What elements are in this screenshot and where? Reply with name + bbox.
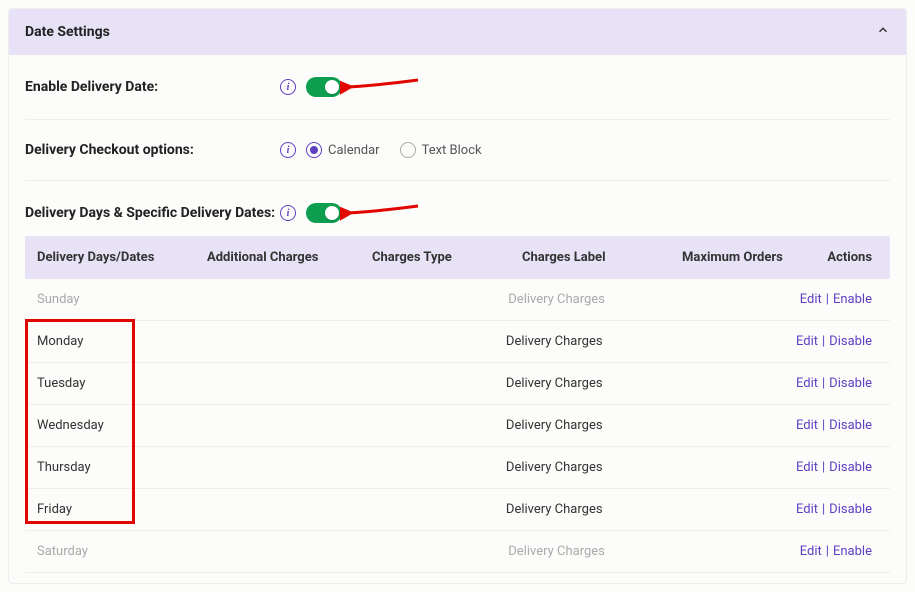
- separator: |: [822, 502, 825, 517]
- th-label: Charges Label: [522, 250, 682, 265]
- panel-body: Enable Delivery Date: i Delivery Checkou…: [9, 55, 906, 583]
- radio-icon: [400, 142, 416, 158]
- cell-actions: Edit | Enable: [800, 544, 878, 559]
- th-type: Charges Type: [372, 250, 522, 265]
- radio-textblock[interactable]: Text Block: [400, 142, 482, 158]
- enable-link[interactable]: Enable: [833, 292, 872, 307]
- table-row: Sunday Delivery Charges Edit | Enable: [25, 279, 890, 321]
- cell-label: Delivery Charges: [508, 544, 663, 559]
- disable-link[interactable]: Disable: [829, 376, 872, 391]
- disable-link[interactable]: Disable: [829, 334, 872, 349]
- cell-day: Tuesday: [37, 376, 201, 391]
- checkout-radio-group: Calendar Text Block: [306, 142, 482, 158]
- enable-link[interactable]: Enable: [833, 544, 872, 559]
- cell-actions: Edit | Enable: [800, 292, 878, 307]
- edit-link[interactable]: Edit: [796, 418, 818, 433]
- cell-actions: Edit | Disable: [796, 334, 878, 349]
- table-body: Sunday Delivery Charges Edit | Enable Monday D…: [25, 279, 890, 573]
- separator: |: [826, 292, 829, 307]
- enable-delivery-controls: i: [280, 77, 342, 97]
- info-icon[interactable]: i: [280, 205, 296, 221]
- radio-calendar[interactable]: Calendar: [306, 142, 380, 158]
- th-days: Delivery Days/Dates: [37, 250, 207, 265]
- cell-label: Delivery Charges: [506, 418, 661, 433]
- cell-actions: Edit | Disable: [796, 460, 878, 475]
- enable-delivery-label: Enable Delivery Date:: [25, 79, 280, 95]
- separator: |: [822, 418, 825, 433]
- cell-day: Saturday: [37, 544, 202, 559]
- table-row: Tuesday Delivery Charges Edit | Disable: [25, 363, 890, 405]
- arrow-annotation-icon: [340, 203, 420, 223]
- disable-link[interactable]: Disable: [829, 502, 872, 517]
- th-max: Maximum Orders: [682, 250, 822, 265]
- edit-link[interactable]: Edit: [796, 334, 818, 349]
- table-row: Thursday Delivery Charges Edit | Disable: [25, 447, 890, 489]
- checkout-options-label: Delivery Checkout options:: [25, 142, 280, 158]
- separator: |: [826, 544, 829, 559]
- edit-link[interactable]: Edit: [796, 502, 818, 517]
- arrow-annotation-icon: [340, 77, 420, 97]
- cell-day: Wednesday: [37, 418, 201, 433]
- checkout-options-controls: i Calendar Text Block: [280, 142, 482, 158]
- table-row: Saturday Delivery Charges Edit | Enable: [25, 531, 890, 573]
- radio-textblock-label: Text Block: [422, 143, 482, 158]
- cell-actions: Edit | Disable: [796, 376, 878, 391]
- delivery-days-label: Delivery Days & Specific Delivery Dates:: [25, 203, 280, 224]
- cell-actions: Edit | Disable: [796, 502, 878, 517]
- th-charges: Additional Charges: [207, 250, 372, 265]
- radio-calendar-label: Calendar: [328, 143, 380, 158]
- edit-link[interactable]: Edit: [800, 292, 822, 307]
- cell-label: Delivery Charges: [506, 460, 661, 475]
- cell-label: Delivery Charges: [506, 502, 661, 517]
- disable-link[interactable]: Disable: [829, 418, 872, 433]
- table-row: Monday Delivery Charges Edit | Disable: [25, 321, 890, 363]
- chevron-up-icon: [876, 23, 890, 41]
- delivery-days-controls: i: [280, 203, 342, 223]
- cell-actions: Edit | Disable: [796, 418, 878, 433]
- info-icon[interactable]: i: [280, 79, 296, 95]
- delivery-days-row: Delivery Days & Specific Delivery Dates:…: [25, 181, 890, 234]
- th-actions: Actions: [822, 250, 878, 265]
- checkout-options-row: Delivery Checkout options: i Calendar Te…: [25, 120, 890, 181]
- table-header: Delivery Days/Dates Additional Charges C…: [25, 236, 890, 279]
- date-settings-panel: Date Settings Enable Delivery Date: i De…: [8, 8, 907, 584]
- panel-title: Date Settings: [25, 24, 110, 40]
- table-row: Wednesday Delivery Charges Edit | Disable: [25, 405, 890, 447]
- disable-link[interactable]: Disable: [829, 460, 872, 475]
- cell-label: Delivery Charges: [508, 292, 663, 307]
- delivery-days-toggle[interactable]: [306, 203, 342, 223]
- cell-day: Sunday: [37, 292, 202, 307]
- edit-link[interactable]: Edit: [796, 460, 818, 475]
- cell-day: Monday: [37, 334, 201, 349]
- enable-delivery-row: Enable Delivery Date: i: [25, 55, 890, 120]
- info-icon[interactable]: i: [280, 142, 296, 158]
- cell-label: Delivery Charges: [506, 334, 661, 349]
- separator: |: [822, 376, 825, 391]
- radio-icon: [306, 142, 322, 158]
- cell-day: Friday: [37, 502, 201, 517]
- separator: |: [822, 460, 825, 475]
- cell-day: Thursday: [37, 460, 201, 475]
- table-row: Friday Delivery Charges Edit | Disable: [25, 489, 890, 531]
- edit-link[interactable]: Edit: [796, 376, 818, 391]
- delivery-days-table: Delivery Days/Dates Additional Charges C…: [25, 236, 890, 573]
- cell-label: Delivery Charges: [506, 376, 661, 391]
- edit-link[interactable]: Edit: [800, 544, 822, 559]
- panel-header[interactable]: Date Settings: [9, 9, 906, 55]
- enable-delivery-toggle[interactable]: [306, 77, 342, 97]
- separator: |: [822, 334, 825, 349]
